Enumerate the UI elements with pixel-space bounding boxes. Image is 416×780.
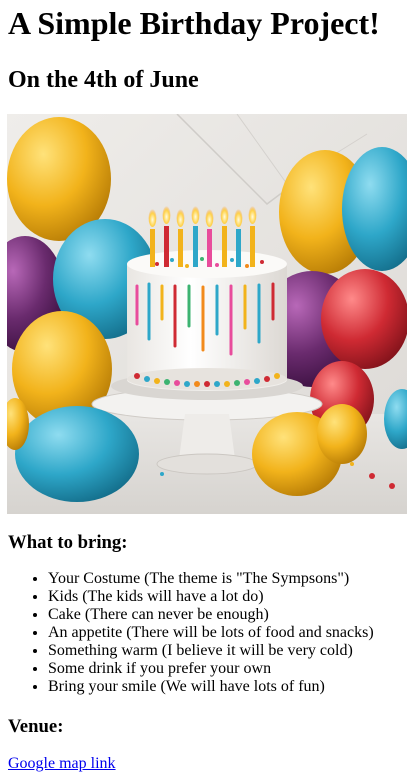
list-item: Cake (There can never be enough) bbox=[48, 606, 408, 624]
list-item: Kids (The kids will have a lot do) bbox=[48, 588, 408, 606]
event-date: On the 4th of June bbox=[8, 67, 199, 93]
bring-list: Your Costume (The theme is "The Sympsons… bbox=[8, 570, 408, 696]
list-item: An appetite (There will be lots of food … bbox=[48, 624, 408, 642]
page: A Simple Birthday Project! On the 4th of… bbox=[0, 5, 416, 773]
list-item: Something warm (I believe it will be ver… bbox=[48, 642, 408, 660]
google-map-link[interactable]: Google map link bbox=[8, 755, 116, 773]
venue-heading: Venue: bbox=[8, 716, 64, 737]
bring-heading: What to bring: bbox=[8, 532, 128, 553]
list-item: Your Costume (The theme is "The Sympsons… bbox=[48, 570, 408, 588]
birthday-cake-image bbox=[7, 114, 407, 514]
list-item: Bring your smile (We will have lots of f… bbox=[48, 678, 408, 696]
list-item: Some drink if you prefer your own bbox=[48, 660, 408, 678]
page-title: A Simple Birthday Project! bbox=[8, 5, 380, 41]
